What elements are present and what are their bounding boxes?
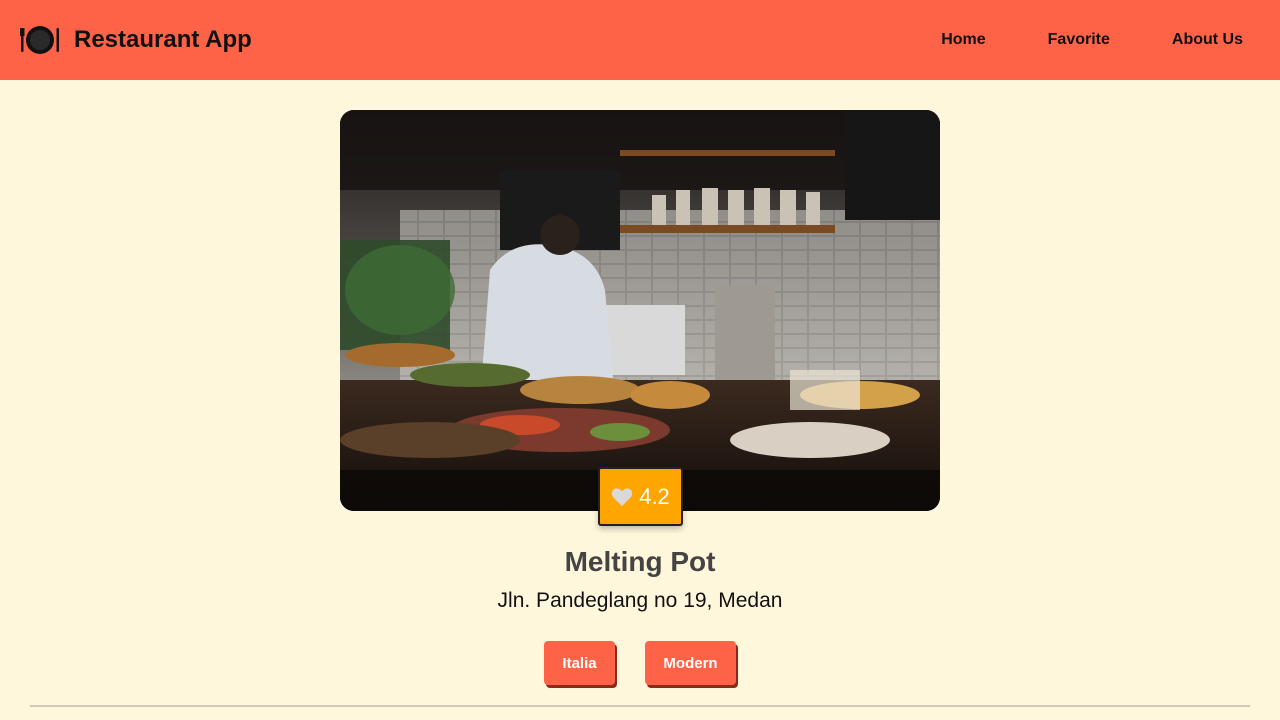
restaurant-name: Melting Pot bbox=[564, 546, 716, 577]
app-header: Restaurant App Home Favorite About Us bbox=[0, 0, 1280, 80]
heart-icon bbox=[611, 487, 633, 506]
rating-badge: 4.2 bbox=[598, 467, 683, 526]
plate-cutlery-icon bbox=[20, 26, 59, 54]
app-title: Restaurant App bbox=[74, 26, 252, 53]
restaurant-address: Jln. Pandeglang no 19, Medan bbox=[497, 589, 783, 612]
nav-home-link[interactable]: Home bbox=[941, 31, 985, 49]
restaurant-photo bbox=[340, 110, 940, 511]
category-tag-italia[interactable]: Italia bbox=[544, 641, 615, 685]
nav-favorite-link[interactable]: Favorite bbox=[1048, 31, 1110, 49]
restaurant-image bbox=[340, 110, 940, 511]
main-nav: Home Favorite About Us bbox=[941, 0, 1243, 80]
brand: Restaurant App bbox=[20, 24, 252, 56]
category-tag-modern[interactable]: Modern bbox=[645, 641, 736, 685]
section-divider bbox=[30, 705, 1250, 707]
rating-value: 4.2 bbox=[639, 483, 670, 509]
nav-about-link[interactable]: About Us bbox=[1172, 31, 1243, 49]
